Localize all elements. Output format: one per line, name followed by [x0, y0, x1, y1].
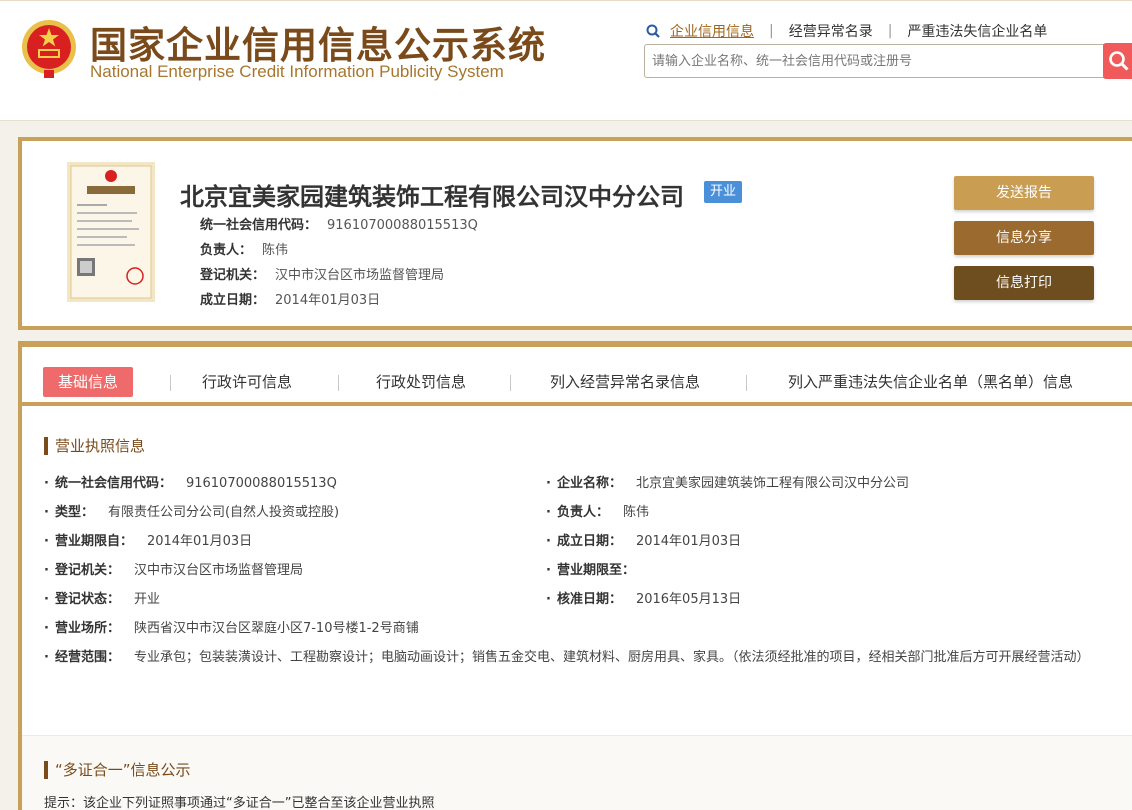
tab-admin-license[interactable]: 行政许可信息 [202, 367, 292, 397]
summary-value: 91610700088015513Q [327, 218, 478, 233]
search-box [644, 44, 1104, 78]
multi-cert-section-title: “多证合一”信息公示 [44, 761, 191, 779]
magnifier-icon [1109, 51, 1129, 71]
tab-abnormal-list[interactable]: 列入经营异常名录信息 [550, 367, 700, 397]
field-responsible-person: · 负责人： 陈伟 [546, 505, 649, 520]
tab-admin-penalty[interactable]: 行政处罚信息 [376, 367, 466, 397]
field-label: 类型： [54, 505, 94, 520]
detail-panel: 基础信息 行政许可信息 行政处罚信息 列入经营异常名录信息 列入严重违法失信企业… [18, 341, 1132, 810]
multi-cert-tip: 提示：该企业下列证照事项通过“多证合一”已整合至该企业营业执照 [44, 796, 435, 810]
site-title-en: National Enterprise Credit Information P… [90, 62, 504, 81]
summary-registration-authority: 登记机关： 汉中市汉台区市场监督管理局 [200, 264, 444, 283]
field-value: 2014年01月03日 [635, 534, 742, 549]
nav-blacklist[interactable]: 严重违法失信企业名单 [907, 21, 1047, 41]
field-value: 开业 [133, 592, 160, 607]
search-button[interactable] [1103, 43, 1132, 79]
site-header: 国家企业信用信息公示系统 National Enterprise Credit … [0, 0, 1132, 121]
field-value: 有限责任公司分公司(自然人投资或控股) [107, 505, 340, 520]
field-label: 营业期限至： [556, 563, 635, 578]
summary-established-date: 成立日期： 2014年01月03日 [200, 289, 380, 308]
field-label: 登记状态： [54, 592, 120, 607]
field-registration-status: · 登记状态： 开业 [44, 592, 160, 607]
tab-separator [746, 375, 747, 391]
field-label: 成立日期： [556, 534, 622, 549]
field-registration-authority: · 登记机关： 汉中市汉台区市场监督管理局 [44, 563, 303, 578]
field-business-scope: · 经营范围： 专业承包；包装装潢设计、工程勘察设计；电脑动画设计；销售五金交电、建… [44, 650, 1090, 665]
field-value: 陈伟 [622, 505, 649, 520]
tab-basic-info[interactable]: 基础信息 [43, 367, 134, 397]
print-info-button[interactable]: 信息打印 [954, 266, 1094, 300]
field-value: 北京宜美家园建筑装饰工程有限公司汉中分公司 [635, 476, 909, 491]
field-label: 企业名称： [556, 476, 622, 491]
field-value: 汉中市汉台区市场监督管理局 [133, 563, 303, 578]
summary-value: 陈伟 [262, 243, 289, 258]
field-label: 核准日期： [556, 592, 622, 607]
summary-value: 2014年01月03日 [275, 293, 381, 308]
search-icon [646, 24, 660, 38]
nav-enterprise-credit[interactable]: 企业信用信息 [670, 21, 754, 41]
nav-separator: | [769, 23, 774, 39]
send-report-button[interactable]: 发送报告 [954, 176, 1094, 210]
field-value: 91610700088015513Q [185, 476, 337, 491]
national-emblem-icon [22, 20, 76, 78]
summary-label: 负责人： [200, 243, 253, 258]
summary-label: 统一社会信用代码： [200, 218, 318, 233]
field-value: 2016年05月13日 [635, 592, 742, 607]
tab-separator [170, 375, 171, 391]
top-nav: 企业信用信息 | 经营异常名录 | 严重违法失信企业名单 [646, 21, 1047, 41]
nav-abnormal-list[interactable]: 经营异常名录 [789, 21, 873, 41]
field-label: 营业期限自： [54, 534, 133, 549]
summary-label: 成立日期： [200, 293, 266, 308]
field-value: 陕西省汉中市汉台区翠庭小区7-10号楼1-2号商铺 [133, 621, 419, 636]
field-business-address: · 营业场所： 陕西省汉中市汉台区翠庭小区7-10号楼1-2号商铺 [44, 621, 419, 636]
field-type: · 类型： 有限责任公司分公司(自然人投资或控股) [44, 505, 340, 520]
tab-blacklist[interactable]: 列入严重违法失信企业名单（黑名单）信息 [788, 367, 1073, 397]
tab-bar: 基础信息 行政许可信息 行政处罚信息 列入经营异常名录信息 列入严重违法失信企业… [22, 347, 1132, 406]
field-label: 经营范围： [54, 650, 120, 665]
summary-label: 登记机关： [200, 268, 266, 283]
business-license-thumbnail[interactable] [67, 162, 155, 302]
field-company-name: · 企业名称： 北京宜美家园建筑装饰工程有限公司汉中分公司 [546, 476, 909, 491]
field-value: 专业承包；包装装潢设计、工程勘察设计；电脑动画设计；销售五金交电、建筑材料、厨房… [133, 650, 1090, 665]
search-input[interactable] [645, 45, 1103, 77]
tab-separator [510, 375, 511, 391]
field-approval-date: · 核准日期： 2016年05月13日 [546, 592, 742, 607]
tab-separator [338, 375, 339, 391]
share-info-button[interactable]: 信息分享 [954, 221, 1094, 255]
nav-separator: | [887, 23, 893, 39]
field-established-date: · 成立日期： 2014年01月03日 [546, 534, 742, 549]
field-term-to: · 营业期限至： [546, 563, 635, 578]
summary-responsible-person: 负责人： 陈伟 [200, 239, 288, 258]
company-name: 北京宜美家园建筑装饰工程有限公司汉中分公司 [180, 183, 684, 211]
field-label: 营业场所： [54, 621, 120, 636]
status-badge: 开业 [704, 181, 743, 203]
field-label: 登记机关： [54, 563, 120, 578]
summary-credit-code: 统一社会信用代码： 91610700088015513Q [200, 214, 478, 233]
field-label: 统一社会信用代码： [54, 476, 172, 491]
field-label: 负责人： [556, 505, 609, 520]
company-card: 北京宜美家园建筑装饰工程有限公司汉中分公司 开业 统一社会信用代码： 916107… [18, 137, 1132, 330]
field-value: 2014年01月03日 [146, 534, 253, 549]
site-title-cn: 国家企业信用信息公示系统 [90, 24, 546, 67]
license-section-title: 营业执照信息 [44, 437, 145, 455]
summary-value: 汉中市汉台区市场监督管理局 [275, 268, 445, 283]
field-credit-code: · 统一社会信用代码： 91610700088015513Q [44, 476, 337, 491]
field-term-from: · 营业期限自： 2014年01月03日 [44, 534, 253, 549]
